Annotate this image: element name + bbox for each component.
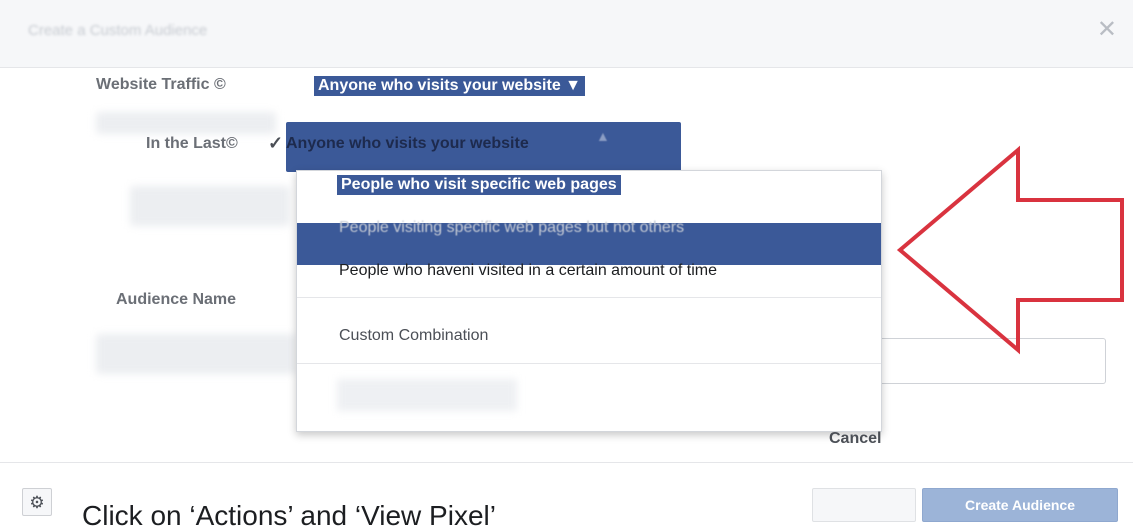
dialog-title: Create a Custom Audience	[28, 22, 208, 39]
option-pages-but-not-others[interactable]: People visiting specific web pages but n…	[339, 219, 684, 237]
option-custom-combination[interactable]: Custom Combination	[339, 327, 488, 345]
gear-icon: ⚙	[29, 492, 45, 512]
dialog-header: Create a Custom Audience ✕	[0, 0, 1133, 68]
dropdown-selected-label: Anyone who visits your website	[286, 135, 529, 152]
website-traffic-label: Website Traffic ©	[96, 76, 226, 93]
check-icon: ✓	[268, 133, 284, 153]
create-audience-button[interactable]: Create Audience	[922, 488, 1118, 522]
arrow-annotation-icon	[896, 145, 1124, 355]
in-the-last-label: In the Last©	[146, 135, 238, 152]
instruction-caption: Click on ‘Actions’ and ‘View Pixel’	[82, 500, 496, 527]
caret-up-icon: ▲	[596, 128, 610, 144]
menu-divider	[297, 363, 881, 364]
settings-button[interactable]: ⚙	[22, 488, 52, 516]
back-button[interactable]	[812, 488, 916, 522]
close-icon[interactable]: ✕	[1097, 18, 1117, 42]
audience-name-label: Audience Name	[116, 291, 237, 308]
blurred-option	[337, 379, 517, 411]
footer-divider	[0, 462, 1133, 463]
dropdown-menu: People who visit specific web pages Peop…	[296, 170, 882, 432]
option-not-visited-in-time[interactable]: People who haveni visited in a certain a…	[339, 262, 717, 280]
blurred-field	[130, 186, 290, 226]
cancel-button[interactable]: Cancel	[829, 430, 881, 448]
option-specific-pages[interactable]: People who visit specific web pages	[337, 175, 621, 195]
traffic-select[interactable]: Anyone who visits your website ▼	[314, 76, 585, 96]
menu-divider	[297, 297, 881, 298]
blurred-field	[96, 112, 276, 134]
arrow-shape	[896, 145, 1124, 355]
blurred-field	[96, 334, 296, 374]
